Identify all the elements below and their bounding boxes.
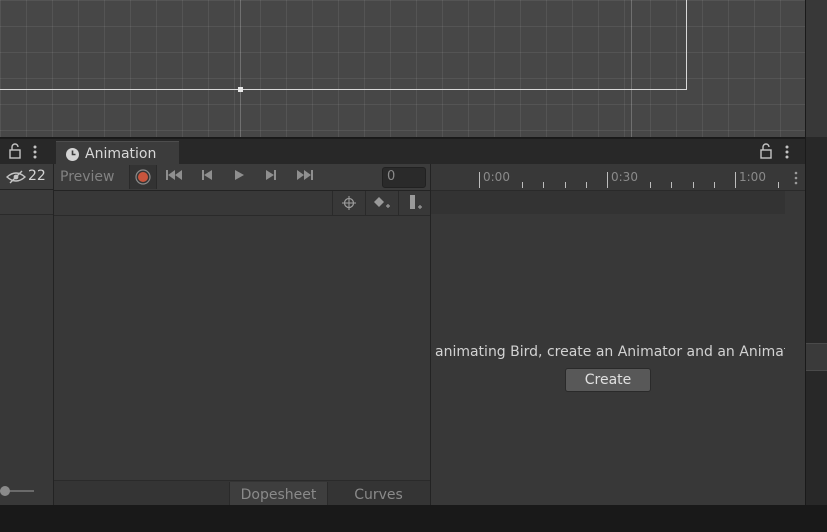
preview-toggle[interactable]: Preview [60, 169, 115, 185]
pane-divider[interactable] [430, 164, 431, 505]
left-panel: 22 [0, 164, 54, 505]
lock-icon[interactable] [759, 143, 773, 159]
property-toolbar [54, 191, 430, 216]
prev-key-icon [200, 170, 214, 184]
scene-view[interactable] [0, 0, 805, 137]
ruler-minor-tick [671, 182, 672, 188]
time-label: 0:00 [483, 170, 510, 184]
ruler-minor-tick [522, 182, 523, 188]
zoom-slider[interactable] [0, 486, 36, 496]
time-label: 0:30 [611, 170, 638, 184]
ruler-minor-tick [714, 182, 715, 188]
filter-button[interactable] [332, 191, 365, 215]
tab-animation-label: Animation [85, 146, 157, 162]
scene-axis-vertical-line-2 [631, 0, 632, 137]
bottom-status-bar [0, 505, 827, 532]
tab-dopesheet[interactable]: Dopesheet [229, 482, 328, 506]
lock-icon[interactable] [8, 143, 22, 159]
bottom-tab-bar: Dopesheet Curves [54, 480, 430, 506]
left-panel-row [0, 190, 53, 215]
hidden-count: 22 [28, 168, 46, 184]
right-edge-tab[interactable] [806, 343, 827, 371]
ruler-major-tick [479, 172, 480, 188]
event-track[interactable] [431, 191, 785, 214]
create-prompt: animating Bird, create an Animator and a… [431, 342, 785, 364]
animation-window: Preview 0 0:00 0:30 1:00 animating Bird,… [54, 164, 805, 506]
scene-frame-vertical-line [686, 0, 687, 90]
add-keyframe-button[interactable] [365, 191, 398, 215]
add-keyframe-icon [373, 195, 391, 215]
first-key-icon [165, 170, 183, 184]
frame-value: 0 [387, 169, 396, 184]
left-panel-toolbar: 22 [0, 164, 53, 190]
play-button[interactable] [224, 166, 254, 188]
ruler-minor-tick [543, 182, 544, 188]
tab-curves[interactable]: Curves [327, 482, 430, 506]
ruler-major-tick [735, 172, 736, 188]
ruler-minor-tick [693, 182, 694, 188]
next-key-button[interactable] [256, 166, 286, 188]
record-button[interactable] [129, 165, 157, 189]
eye-hidden-icon[interactable] [5, 169, 27, 184]
scene-frame-horizontal-line [0, 89, 687, 90]
tab-animation[interactable]: Animation [56, 141, 179, 166]
tab-dopesheet-label: Dopesheet [240, 487, 317, 503]
frame-field[interactable]: 0 [382, 167, 426, 188]
tab-curves-label: Curves [354, 487, 403, 503]
ruler-minor-tick [650, 182, 651, 188]
scene-axis-vertical-line [240, 0, 241, 137]
next-key-icon [264, 170, 278, 184]
animation-toolbar: Preview 0 [54, 164, 430, 191]
ruler-minor-tick [778, 182, 779, 188]
last-key-button[interactable] [290, 166, 320, 188]
play-icon [233, 170, 245, 184]
right-edge-scene-strip [806, 0, 827, 137]
kebab-menu-icon[interactable] [783, 144, 791, 160]
ruler-minor-tick [565, 182, 566, 188]
kebab-menu-icon[interactable] [31, 144, 39, 160]
create-message: animating Bird, create an Animator and a… [435, 344, 785, 360]
tab-strip: Animation [0, 138, 805, 166]
create-button[interactable]: Create [565, 368, 651, 392]
record-icon [135, 169, 151, 185]
prev-key-button[interactable] [192, 166, 222, 188]
add-event-icon [408, 194, 424, 216]
last-key-icon [296, 170, 314, 184]
ruler-minor-tick [586, 182, 587, 188]
zoom-slider-thumb[interactable] [0, 486, 10, 496]
add-event-button[interactable] [398, 191, 431, 215]
scene-handle[interactable] [238, 87, 243, 92]
time-label: 1:00 [739, 170, 766, 184]
filter-icon [341, 195, 357, 215]
timeline-ruler[interactable]: 0:00 0:30 1:00 [431, 164, 805, 191]
first-key-button[interactable] [159, 166, 189, 188]
clock-icon [65, 147, 80, 162]
ruler-major-tick [607, 172, 608, 188]
kebab-menu-icon[interactable] [793, 170, 799, 185]
